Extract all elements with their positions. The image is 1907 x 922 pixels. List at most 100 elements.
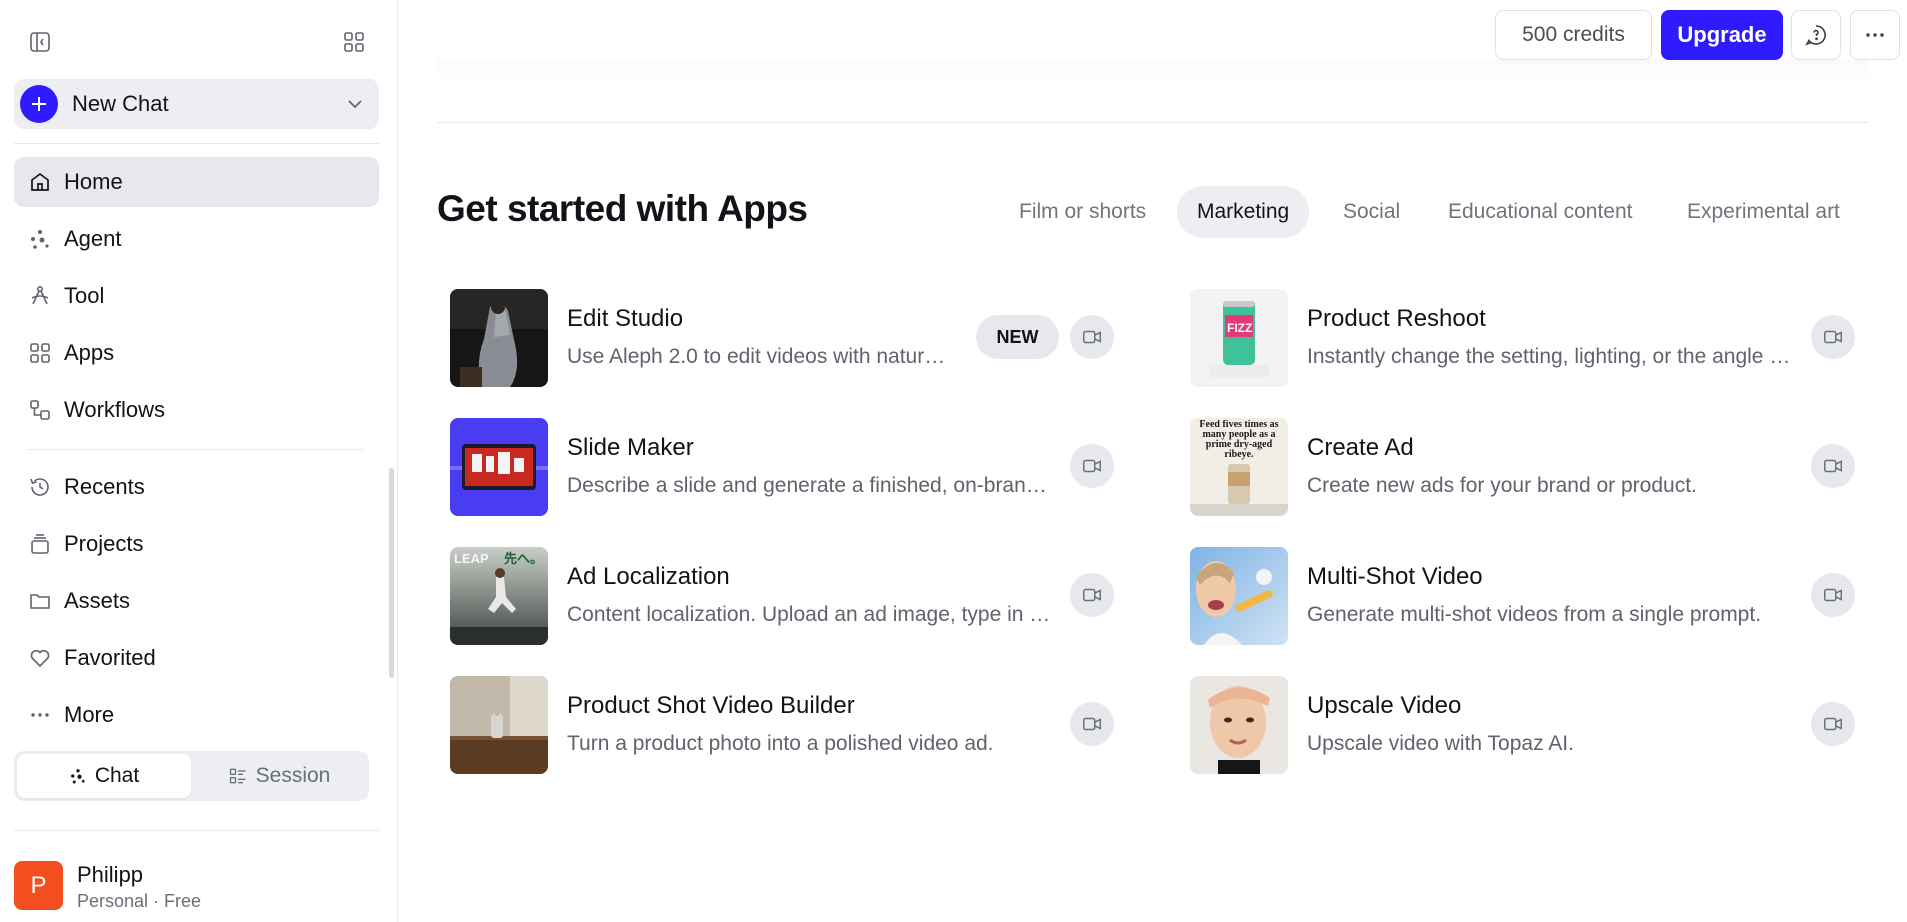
app-title: Multi-Shot Video [1307, 563, 1483, 590]
video-app-button[interactable] [1070, 315, 1114, 359]
agent-icon [70, 769, 85, 784]
app-description: Content localization. Upload an ad image… [567, 603, 1057, 626]
sidebar-item-apps[interactable]: Apps [14, 328, 379, 378]
sidebar-item-home[interactable]: Home [14, 157, 379, 207]
edit-studio-thumbnail [450, 289, 548, 387]
video-app-button[interactable] [1811, 702, 1855, 746]
grid-view-icon[interactable] [338, 26, 370, 58]
tab-film-or-shorts[interactable]: Film or shorts [999, 186, 1166, 238]
sidebar-item-label: Recents [64, 474, 145, 499]
upscale-video-thumbnail [1190, 676, 1288, 774]
app-description: Upscale video with Topaz AI. [1307, 732, 1574, 755]
credits-button[interactable]: 500 credits [1495, 10, 1652, 60]
apps-icon [27, 340, 53, 366]
folder-icon [27, 588, 53, 614]
chat-tab[interactable]: Chat [17, 754, 191, 798]
chevron-down-icon[interactable] [345, 94, 365, 119]
app-card-product-reshoot[interactable]: FIZZ Product Reshoot Instantly change th… [1190, 289, 1890, 389]
feedback-button[interactable] [1791, 10, 1841, 60]
app-title: Slide Maker [567, 434, 694, 461]
video-app-button[interactable] [1070, 702, 1114, 746]
app-card-create-ad[interactable]: Feed fives times as many people as a pri… [1190, 418, 1890, 518]
app-title: Ad Localization [567, 563, 730, 590]
tab-social[interactable]: Social [1323, 186, 1420, 238]
scroll-fade [437, 60, 1869, 84]
sidebar-item-agent[interactable]: Agent [14, 214, 379, 264]
video-camera-icon [1824, 459, 1842, 473]
app-card-ad-localization[interactable]: LEAP 先へ。 Ad Localization Content localiz… [450, 547, 1150, 647]
app-title: Upscale Video [1307, 692, 1462, 719]
new-chat-button[interactable]: New Chat [14, 79, 379, 129]
video-app-button[interactable] [1811, 315, 1855, 359]
app-card-product-shot-video-builder[interactable]: Product Shot Video Builder Turn a produc… [450, 676, 1150, 776]
new-chat-label: New Chat [72, 91, 169, 116]
app-description: Use Aleph 2.0 to edit videos with natura… [567, 345, 955, 368]
sidebar-item-label: Favorited [64, 645, 156, 670]
sidebar-item-label: Apps [64, 340, 115, 365]
app-title: Edit Studio [567, 305, 684, 332]
thumb-text-jp: 先へ。 [504, 551, 543, 567]
new-badge: NEW [976, 315, 1059, 359]
more-options-button[interactable] [1850, 10, 1900, 60]
avatar: P [14, 861, 63, 910]
video-camera-icon [1824, 330, 1842, 344]
thumb-text-leap: LEAP [454, 551, 489, 566]
sidebar-item-favorited[interactable]: Favorited [14, 633, 379, 683]
sidebar-item-label: Home [64, 169, 123, 194]
chat-bubble-icon [1805, 25, 1826, 46]
video-app-button[interactable] [1070, 444, 1114, 488]
section-divider [437, 122, 1869, 123]
app-title: Create Ad [1307, 434, 1414, 461]
sidebar-item-label: Agent [64, 226, 122, 251]
app-card-slide-maker[interactable]: Slide Maker Describe a slide and generat… [450, 418, 1150, 518]
collapse-sidebar-icon[interactable] [24, 26, 56, 58]
app-description: Describe a slide and generate a finished… [567, 474, 1057, 497]
profile-plan: Personal · Free [77, 891, 202, 911]
video-app-button[interactable] [1811, 573, 1855, 617]
app-description: Generate multi-shot videos from a single… [1307, 603, 1762, 626]
tab-experimental-art[interactable]: Experimental art [1667, 186, 1860, 238]
app-card-upscale-video[interactable]: Upscale Video Upscale video with Topaz A… [1190, 676, 1890, 776]
sidebar-item-label: Workflows [64, 397, 166, 422]
product-shot-thumbnail [450, 676, 548, 774]
sidebar-item-workflows[interactable]: Workflows [14, 385, 379, 435]
more-icon [1866, 33, 1884, 37]
sidebar-item-label: Assets [64, 588, 131, 613]
tab-marketing[interactable]: Marketing [1177, 186, 1310, 238]
app-title: Product Shot Video Builder [567, 692, 855, 719]
tab-educational-content[interactable]: Educational content [1428, 186, 1652, 238]
video-camera-icon [1083, 459, 1101, 473]
user-profile[interactable]: P Philipp Personal · Free [14, 858, 384, 918]
sidebar-item-recents[interactable]: Recents [14, 462, 379, 512]
create-ad-thumbnail: Feed fives times as many people as a pri… [1190, 418, 1288, 516]
video-camera-icon [1083, 588, 1101, 602]
session-tab[interactable]: Session [192, 754, 366, 798]
sidebar-item-assets[interactable]: Assets [14, 576, 379, 626]
plus-icon [20, 85, 58, 123]
video-camera-icon [1083, 330, 1101, 344]
chat-tab-label: Chat [94, 764, 140, 787]
session-tab-label: Session [255, 764, 331, 787]
video-app-button[interactable] [1070, 573, 1114, 617]
section-title: Get started with Apps [437, 188, 808, 229]
sidebar-scrollbar[interactable] [389, 468, 394, 678]
upgrade-button[interactable]: Upgrade [1661, 10, 1783, 60]
can-label: FIZZ [1227, 321, 1252, 335]
tool-icon [27, 283, 53, 309]
sidebar-item-tool[interactable]: Tool [14, 271, 379, 321]
product-reshoot-thumbnail: FIZZ [1190, 289, 1288, 387]
app-card-multi-shot-video[interactable]: Multi-Shot Video Generate multi-shot vid… [1190, 547, 1890, 647]
video-app-button[interactable] [1811, 444, 1855, 488]
sidebar-item-label: Projects [64, 531, 144, 556]
sidebar: New Chat Home Agent Tool Apps Workflows [0, 0, 398, 922]
multi-shot-thumbnail [1190, 547, 1288, 645]
app-description: Turn a product photo into a polished vid… [567, 732, 994, 755]
app-description: Create new ads for your brand or product… [1307, 474, 1697, 497]
slide-maker-thumbnail [450, 418, 548, 516]
sidebar-item-projects[interactable]: Projects [14, 519, 379, 569]
video-camera-icon [1824, 588, 1842, 602]
ad-localization-thumbnail: LEAP 先へ。 [450, 547, 548, 645]
workflows-icon [27, 397, 53, 423]
sidebar-item-more[interactable]: More [14, 690, 379, 740]
app-card-edit-studio[interactable]: Edit Studio Use Aleph 2.0 to edit videos… [450, 289, 1150, 389]
